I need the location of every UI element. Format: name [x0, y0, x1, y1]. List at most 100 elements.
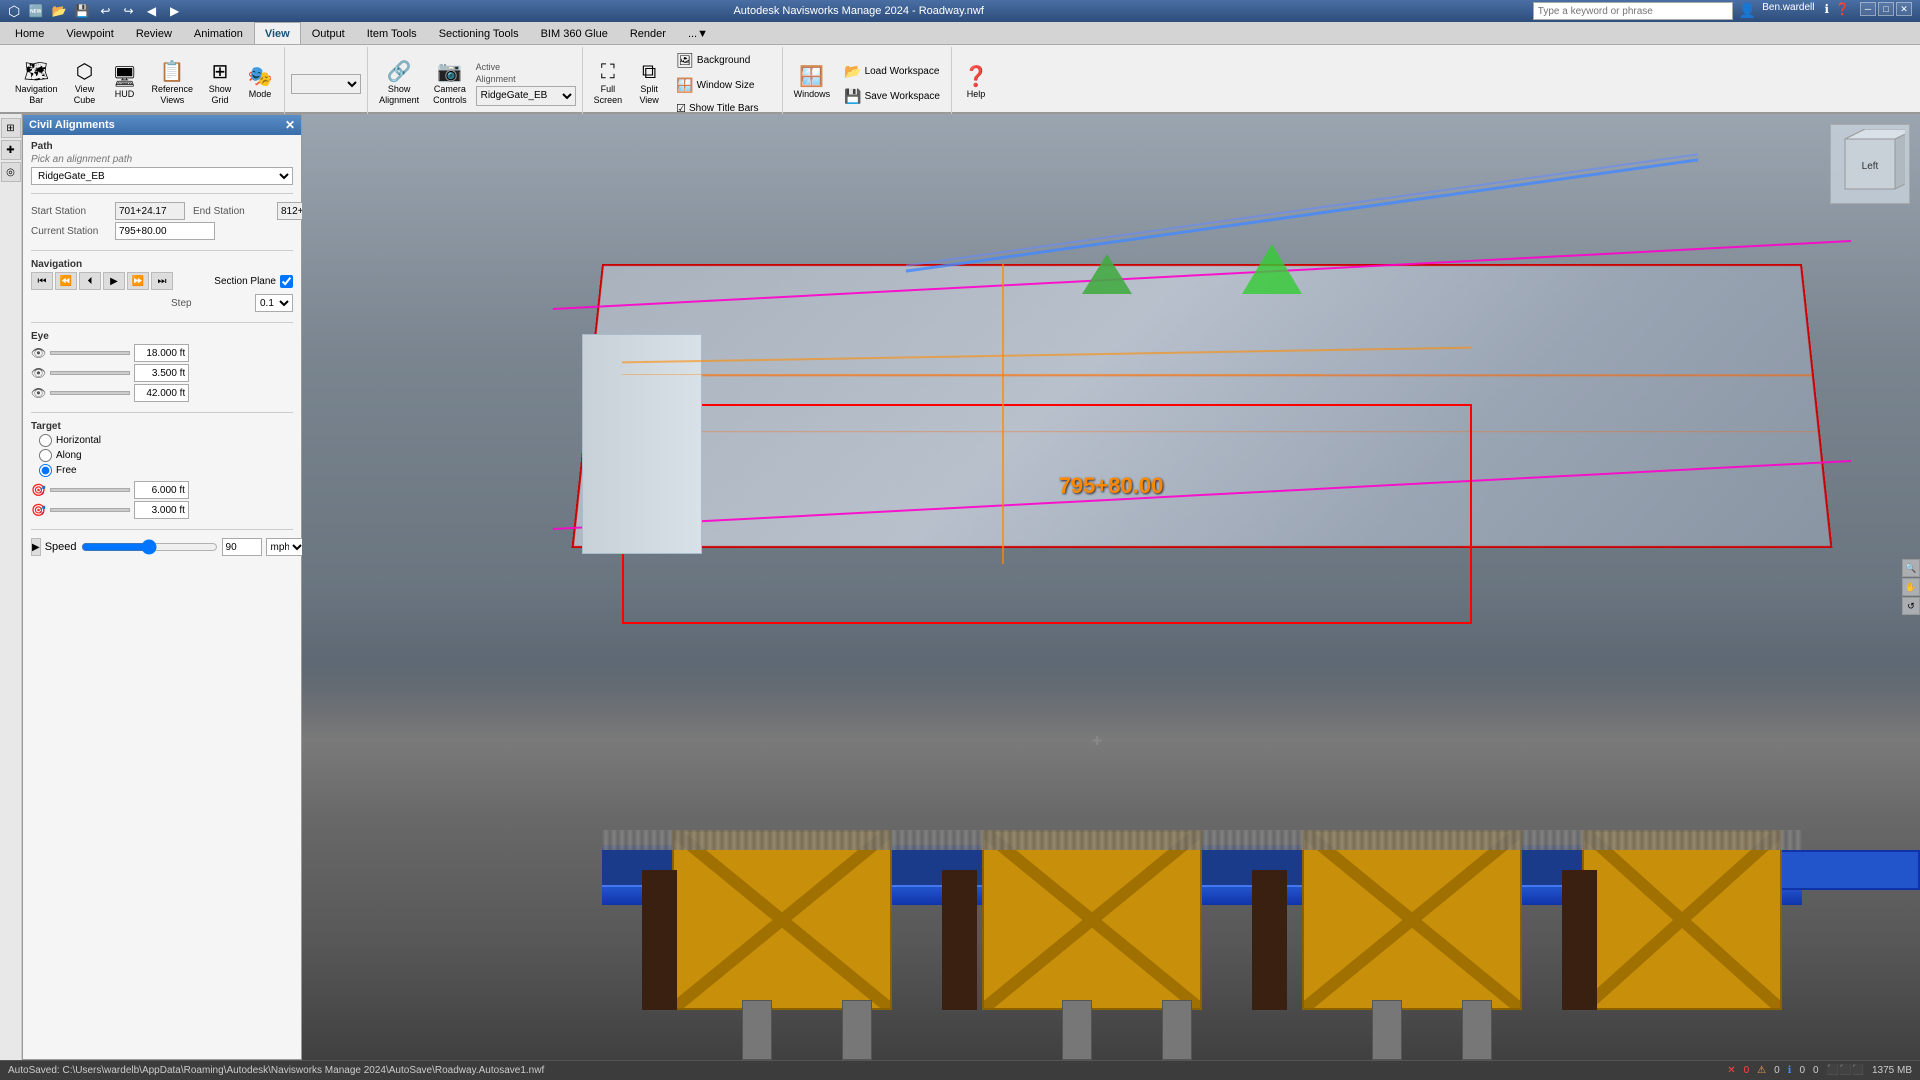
qa-new[interactable]: 🆕 — [26, 2, 46, 20]
eye-x-slider[interactable] — [50, 351, 130, 355]
civil-panel-body: Path Pick an alignment path RidgeGate_EB… — [23, 135, 301, 562]
eye-x-input[interactable] — [134, 344, 189, 362]
left-sidebar: ⊞ ✚ ◎ — [0, 114, 22, 1060]
target-horizontal-radio[interactable] — [39, 434, 52, 447]
nav-bar-button[interactable]: 🗺 NavigationBar — [10, 59, 63, 109]
pillar-3 — [1062, 1000, 1092, 1060]
path-label: Path — [31, 141, 293, 152]
sidebar-btn-1[interactable]: ⊞ — [1, 118, 21, 138]
viewport[interactable]: 795+80.00 Left 🔍 ✋ — [302, 114, 1920, 1060]
path-section: Path Pick an alignment path RidgeGate_EB — [31, 141, 293, 185]
background-button[interactable]: 🖼 Background — [671, 49, 763, 72]
minimize-btn[interactable]: ─ — [1860, 2, 1876, 16]
vp-pan-btn[interactable]: ✋ — [1902, 578, 1920, 596]
maximize-btn[interactable]: □ — [1878, 2, 1894, 16]
tab-review[interactable]: Review — [125, 22, 183, 44]
info-icon[interactable]: ℹ — [1824, 2, 1829, 20]
path-select[interactable]: RidgeGate_EB — [31, 167, 293, 185]
tab-more[interactable]: ...▼ — [677, 22, 719, 44]
target-along-radio[interactable] — [39, 449, 52, 462]
show-alignment-button[interactable]: 🔗 ShowAlignment — [374, 59, 424, 109]
load-workspace-button[interactable]: 📂 Load Workspace — [839, 60, 945, 83]
help-icon[interactable]: ❓ — [1835, 2, 1850, 20]
sidebar-btn-3[interactable]: ◎ — [1, 162, 21, 182]
pillar-2 — [842, 1000, 872, 1060]
tab-view[interactable]: View — [254, 22, 301, 44]
section-plane-checkbox[interactable] — [280, 275, 293, 288]
nav-prev-button[interactable]: ⏴ — [79, 272, 101, 290]
civil-panel-header[interactable]: Civil Alignments ✕ — [23, 115, 301, 135]
qa-undo[interactable]: ↩ — [95, 2, 115, 20]
sidebar-btn-2[interactable]: ✚ — [1, 140, 21, 160]
app-icon: ⬡ — [8, 3, 20, 20]
red-outline — [622, 404, 1472, 624]
vp-zoom-btn[interactable]: 🔍 — [1902, 559, 1920, 577]
target-y-slider[interactable] — [50, 508, 130, 512]
qa-redo[interactable]: ↪ — [118, 2, 138, 20]
hud-button[interactable]: 🖥 HUD — [107, 64, 143, 103]
target-horizontal-row: Horizontal — [39, 434, 293, 447]
civil-panel-close-button[interactable]: ✕ — [285, 118, 295, 132]
eye-z-slider[interactable] — [50, 391, 130, 395]
full-screen-label: FullScreen — [594, 84, 623, 106]
workspace-items: 🪟 Windows 📂 Load Workspace 💾 Save Worksp… — [789, 49, 945, 118]
current-station-input[interactable] — [115, 222, 215, 240]
help-button[interactable]: ❓ Help — [958, 64, 994, 103]
tab-viewpoint[interactable]: Viewpoint — [55, 22, 125, 44]
show-grid-button[interactable]: ⊞ ShowGrid — [202, 59, 238, 109]
eye-y-input[interactable] — [134, 364, 189, 382]
window-controls: 👤 Ben.wardell ℹ ❓ ─ □ ✕ — [1533, 2, 1912, 20]
target-free-radio[interactable] — [39, 464, 52, 477]
nav-first-button[interactable]: ⏮ — [31, 272, 53, 290]
speed-input[interactable] — [222, 538, 262, 556]
speed-unit-select[interactable]: mph kph — [266, 538, 306, 556]
qa-open[interactable]: 📂 — [49, 2, 69, 20]
navigation-cube[interactable]: Left — [1830, 124, 1910, 204]
window-size-button[interactable]: 🪟 Window Size — [671, 74, 763, 97]
nav-next-button[interactable]: ⏩ — [127, 272, 149, 290]
target-along-row: Along — [39, 449, 293, 462]
tab-sectioning-tools[interactable]: Sectioning Tools — [428, 22, 530, 44]
view-cube-button[interactable]: ⬡ ViewCube — [67, 59, 103, 109]
tab-animation[interactable]: Animation — [183, 22, 254, 44]
status-triangles: 0 — [1813, 1065, 1819, 1076]
target-x-slider[interactable] — [50, 488, 130, 492]
mode-button[interactable]: 🎭 Mode — [242, 64, 278, 103]
close-btn[interactable]: ✕ — [1896, 2, 1912, 16]
eye-y-slider[interactable] — [50, 371, 130, 375]
nav-prev-fast-button[interactable]: ⏪ — [55, 272, 77, 290]
speed-slider[interactable] — [81, 538, 218, 556]
tab-item-tools[interactable]: Item Tools — [356, 22, 428, 44]
step-select[interactable]: 0.1 0.5 1.0 — [255, 294, 293, 312]
search-box-header[interactable] — [1533, 2, 1733, 20]
camera-controls-button[interactable]: 📷 CameraControls — [428, 59, 472, 109]
tab-bim360[interactable]: BIM 360 Glue — [530, 22, 619, 44]
hud-label: HUD — [115, 89, 135, 100]
tab-home[interactable]: Home — [4, 22, 55, 44]
camera-controls-label: CameraControls — [433, 84, 467, 106]
qa-save[interactable]: 💾 — [72, 2, 92, 20]
save-workspace-button[interactable]: 💾 Save Workspace — [839, 85, 945, 108]
tab-output[interactable]: Output — [301, 22, 356, 44]
full-screen-button[interactable]: ⛶ FullScreen — [589, 59, 628, 109]
windows-button[interactable]: 🪟 Windows — [789, 64, 836, 103]
split-view-button[interactable]: ⧉ SplitView — [631, 59, 667, 109]
grids-dropdown[interactable] — [291, 74, 361, 94]
search-input[interactable] — [1533, 2, 1733, 20]
start-station-label: Start Station — [31, 206, 111, 217]
play-button[interactable]: ▶ — [31, 538, 41, 556]
qa-forward[interactable]: ▶ — [165, 2, 185, 20]
active-alignment-dropdown[interactable]: RidgeGate_EB — [476, 86, 576, 106]
tab-render[interactable]: Render — [619, 22, 677, 44]
vp-orbit-btn[interactable]: ↺ — [1902, 597, 1920, 615]
start-station-input[interactable] — [115, 202, 185, 220]
eye-z-input[interactable] — [134, 384, 189, 402]
nav-last-button[interactable]: ⏭ — [151, 272, 173, 290]
scene-right-group: 🖼 Background 🪟 Window Size ☑ Show Title … — [671, 49, 763, 118]
reference-views-button[interactable]: 📋 ReferenceViews — [147, 59, 199, 109]
nav-aids-items: 🗺 NavigationBar ⬡ ViewCube 🖥 HUD 📋 Refer… — [10, 49, 278, 118]
qa-back[interactable]: ◀ — [142, 2, 162, 20]
nav-play-button[interactable]: ▶ — [103, 272, 125, 290]
target-x-input[interactable] — [134, 481, 189, 499]
target-y-input[interactable] — [134, 501, 189, 519]
